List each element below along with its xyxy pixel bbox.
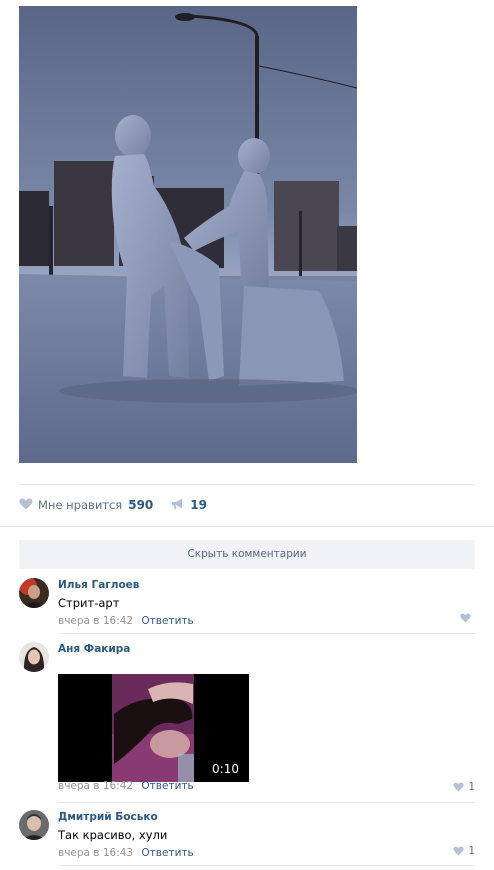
comment-like-button[interactable]: 1 — [453, 781, 475, 793]
comment-author[interactable]: Дмитрий Босько — [58, 810, 468, 824]
like-count: 590 — [128, 498, 154, 512]
heart-icon — [453, 782, 464, 792]
share-button[interactable]: 19 — [171, 498, 207, 513]
comment-time[interactable]: вчера в 16:42 — [58, 615, 133, 627]
video-attachment[interactable]: 0:10 — [58, 674, 249, 782]
comment-author[interactable]: Аня Факира — [58, 642, 468, 656]
reply-button[interactable]: Ответить — [141, 615, 193, 627]
comment-like-count: 1 — [468, 781, 475, 793]
video-duration: 0:10 — [212, 762, 239, 776]
heart-icon — [19, 498, 33, 513]
comment-like-button[interactable]: 1 — [453, 845, 475, 857]
like-label: Мне нравится — [38, 498, 123, 512]
comment-text: Так красиво, хули — [58, 828, 168, 842]
post-actions: Мне нравится 590 19 — [19, 496, 225, 514]
comment-like-count: 1 — [468, 845, 475, 857]
comment-item: Дмитрий Босько Так красиво, хули вчера в… — [19, 810, 475, 862]
hide-comments-button[interactable]: Скрыть комментарии — [19, 540, 475, 569]
post-divider-top — [19, 484, 475, 485]
avatar[interactable] — [19, 810, 49, 840]
megaphone-icon — [171, 498, 185, 513]
comment-item: Илья Гаглоев Стрит-арт вчера в 16:42 Отв… — [19, 578, 475, 628]
heart-icon — [460, 613, 471, 623]
comment-like-button[interactable] — [460, 613, 475, 623]
reply-button[interactable]: Ответить — [141, 780, 193, 792]
reply-button[interactable]: Ответить — [141, 847, 193, 859]
post-divider-bottom — [0, 526, 494, 527]
share-count: 19 — [190, 498, 207, 512]
comment-divider — [58, 802, 475, 803]
comment-divider — [58, 633, 475, 634]
comment-time[interactable]: вчера в 16:42 — [58, 780, 133, 792]
comment-time[interactable]: вчера в 16:43 — [58, 847, 133, 859]
comment-text: Стрит-арт — [58, 596, 120, 610]
heart-icon — [453, 846, 464, 856]
avatar[interactable] — [19, 642, 49, 672]
comment-item: Аня Факира 0:10 вчера в 16:42 Ответить 1 — [19, 642, 475, 798]
comment-author[interactable]: Илья Гаглоев — [58, 578, 468, 592]
like-button[interactable]: Мне нравится 590 — [19, 498, 153, 513]
snow-sculpture-image — [19, 6, 357, 463]
comment-divider — [58, 865, 475, 866]
post-photo[interactable] — [19, 6, 357, 463]
avatar[interactable] — [19, 578, 49, 608]
